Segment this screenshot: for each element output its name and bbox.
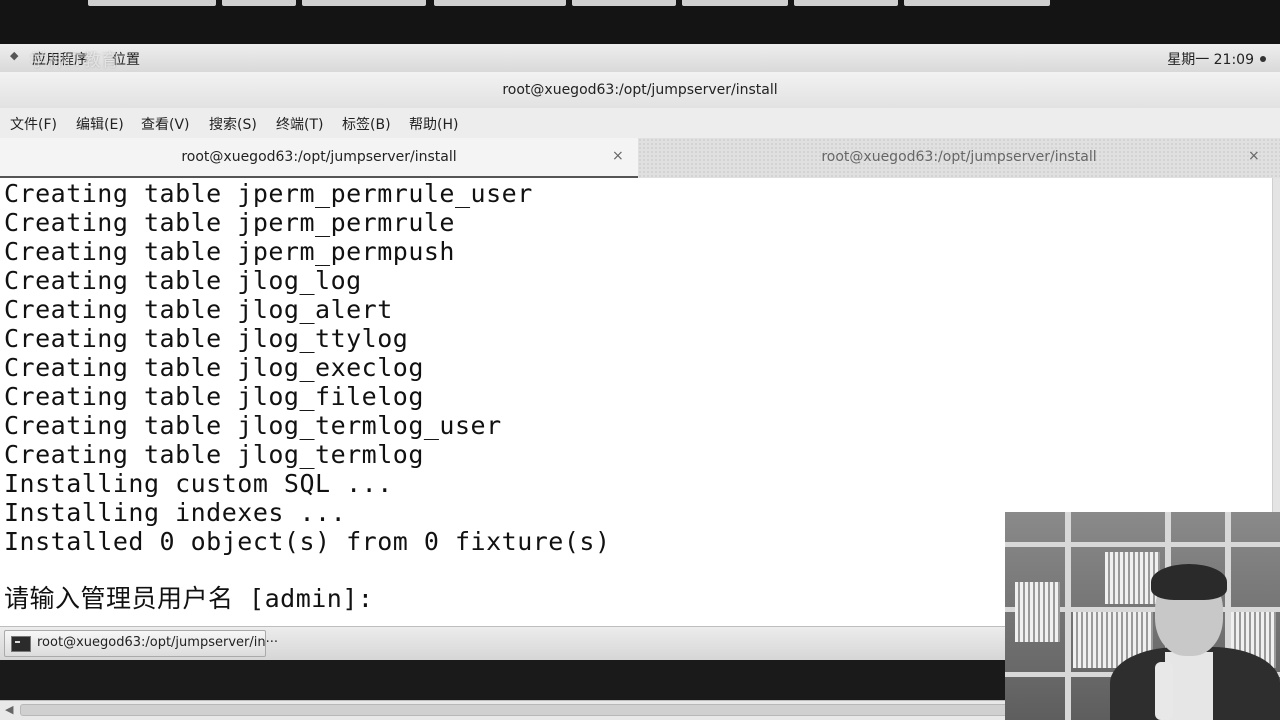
tab-bar: root@xuegod63:/opt/jumpserver/install × … — [0, 138, 1280, 179]
terminal-line: Installing custom SQL ... — [4, 469, 393, 498]
host-tab[interactable] — [572, 0, 676, 6]
system-status-icon[interactable] — [1260, 56, 1266, 62]
terminal-line: Installed 0 object(s) from 0 fixture(s) — [4, 527, 611, 556]
close-icon[interactable]: × — [1248, 148, 1260, 164]
watermark-logo: 学神IT教育 — [30, 51, 120, 71]
terminal-line: Installing indexes ... — [4, 498, 347, 527]
menu-search[interactable]: 搜索(S) — [209, 114, 257, 134]
terminal-line: Creating table jlog_alert — [4, 295, 393, 324]
presenter-hair — [1151, 564, 1227, 600]
terminal-line: Creating table jlog_log — [4, 266, 362, 295]
gnome-top-panel: ◆ 应用程序 位置 学神IT教育 星期一 21:09 — [0, 44, 1280, 73]
taskbar-window-label: root@xuegod63:/opt/jumpserver/in··· — [37, 635, 278, 650]
clock[interactable]: 星期一 21:09 — [1167, 49, 1254, 69]
menu-file[interactable]: 文件(F) — [10, 114, 57, 134]
close-icon[interactable]: × — [612, 148, 624, 164]
tab-label: root@xuegod63:/opt/jumpserver/install — [181, 149, 457, 165]
books — [1015, 582, 1060, 642]
host-tab[interactable] — [434, 0, 566, 6]
terminal-line: Creating table jlog_filelog — [4, 382, 424, 411]
terminal-line: Creating table jlog_termlog — [4, 440, 424, 469]
menu-view[interactable]: 查看(V) — [141, 114, 190, 134]
host-top-strip — [0, 0, 1280, 44]
host-tab[interactable] — [222, 0, 296, 6]
terminal-line: Creating table jperm_permrule_user — [4, 179, 533, 208]
terminal-line: Creating table jperm_permrule — [4, 208, 455, 237]
terminal-line: Creating table jlog_ttylog — [4, 324, 409, 353]
window-title: root@xuegod63:/opt/jumpserver/install — [0, 72, 1280, 109]
menu-terminal[interactable]: 终端(T) — [276, 114, 323, 134]
menu-bar: 文件(F) 编辑(E) 查看(V) 搜索(S) 终端(T) 标签(B) 帮助(H… — [0, 108, 1280, 138]
terminal-icon — [11, 636, 31, 652]
menu-help[interactable]: 帮助(H) — [409, 114, 458, 134]
host-tab[interactable] — [904, 0, 1050, 6]
tab-terminal-1[interactable]: root@xuegod63:/opt/jumpserver/install × — [0, 138, 638, 178]
host-tab[interactable] — [302, 0, 426, 6]
menu-edit[interactable]: 编辑(E) — [76, 114, 124, 134]
host-tab[interactable] — [682, 0, 788, 6]
bookshelf-shelf — [1005, 542, 1280, 547]
microphone — [1155, 662, 1173, 720]
terminal-line: Creating table jperm_permpush — [4, 237, 455, 266]
apps-arrow-icon[interactable]: ◆ — [10, 49, 18, 62]
webcam-overlay — [1005, 512, 1280, 720]
host-tab[interactable] — [794, 0, 898, 6]
host-tab[interactable] — [88, 0, 216, 6]
scroll-left-icon[interactable]: ◀ — [5, 703, 13, 716]
tab-terminal-2[interactable]: root@xuegod63:/opt/jumpserver/install × — [638, 138, 1280, 178]
terminal-line: Creating table jlog_execlog — [4, 353, 424, 382]
taskbar-window-button[interactable]: root@xuegod63:/opt/jumpserver/in··· — [4, 630, 278, 657]
terminal-prompt[interactable]: 请输入管理员用户名 [admin]: — [4, 584, 373, 613]
tab-label: root@xuegod63:/opt/jumpserver/install — [821, 149, 1097, 165]
menu-tabs[interactable]: 标签(B) — [342, 114, 391, 134]
terminal-line: Creating table jlog_termlog_user — [4, 411, 502, 440]
